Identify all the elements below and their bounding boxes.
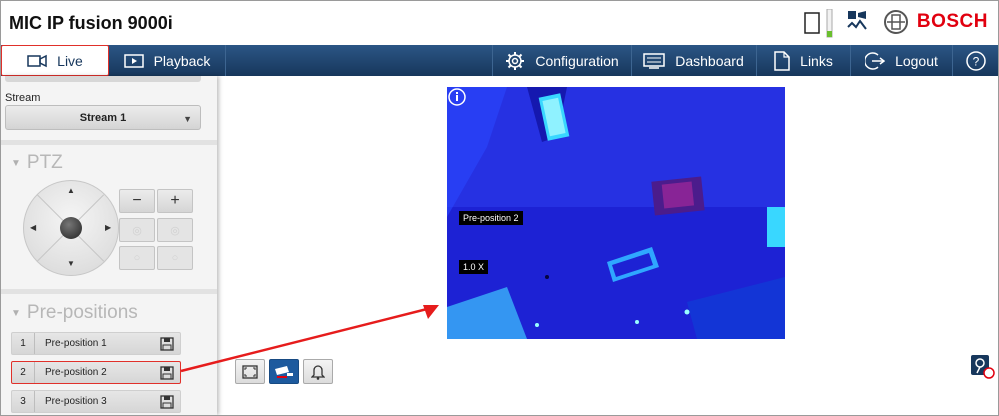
iris-close-button: ○	[119, 246, 155, 270]
gear-icon	[506, 51, 525, 70]
nav-links[interactable]: Links	[757, 45, 851, 76]
bell-icon	[311, 364, 325, 380]
preset-name: Pre-position 1	[45, 338, 107, 349]
preset-name: Pre-position 3	[45, 396, 107, 407]
stream-select[interactable]: Stream 1 ▼	[5, 105, 201, 130]
nav-dashboard[interactable]: Dashboard	[631, 45, 757, 76]
help-button[interactable]: ?	[953, 45, 998, 76]
preset-item-selected[interactable]: 2 Pre-position 2	[11, 361, 181, 384]
collapse-triangle-icon: ▼	[11, 157, 21, 169]
save-icon[interactable]	[160, 394, 174, 409]
pan-up-icon[interactable]: ▲	[67, 186, 75, 195]
preset-name: Pre-position 2	[45, 367, 107, 378]
nav-configuration-label: Configuration	[535, 52, 619, 69]
presets-section-header[interactable]: ▼ Pre-positions	[11, 302, 138, 324]
zoom-in-button[interactable]: +	[157, 189, 193, 213]
alarm-button[interactable]	[303, 359, 333, 384]
collapsed-panel-bar	[5, 76, 201, 82]
fullscreen-icon	[242, 364, 258, 379]
nav-playback[interactable]: Playback	[109, 45, 226, 76]
nav-configuration[interactable]: Configuration	[492, 45, 632, 76]
playback-icon	[123, 53, 144, 68]
collapse-triangle-icon: ▼	[11, 307, 21, 319]
preset-number: 3	[12, 391, 35, 412]
osd-preset-label: Pre-position 2	[459, 211, 523, 225]
ptz-section-header[interactable]: ▼ PTZ	[11, 152, 63, 174]
nav-playback-label: Playback	[153, 52, 211, 69]
save-icon[interactable]	[160, 365, 174, 380]
nav-links-label: Links	[800, 52, 833, 69]
preset-number: 1	[12, 333, 35, 354]
top-header: MIC IP fusion 9000i BOSCH	[1, 1, 998, 45]
logout-icon	[865, 51, 886, 70]
preset-item[interactable]: 3 Pre-position 3	[11, 390, 181, 413]
app-window: MIC IP fusion 9000i BOSCH Live Playback …	[0, 0, 999, 416]
snapshot-button[interactable]	[269, 359, 299, 384]
brand-logo: BOSCH	[916, 11, 988, 32]
joystick-knob[interactable]	[60, 217, 82, 239]
focus-far-button: ◎	[157, 218, 193, 242]
stream-selected-value: Stream 1	[79, 111, 127, 124]
connection-status-icon[interactable]	[969, 353, 995, 384]
nav-live-label: Live	[57, 52, 83, 69]
pan-down-icon[interactable]: ▼	[67, 259, 75, 268]
camera-icon	[27, 54, 47, 67]
fullscreen-button[interactable]	[235, 359, 265, 384]
svg-text:?: ?	[972, 54, 979, 68]
nav-live[interactable]: Live	[1, 45, 109, 76]
nav-logout[interactable]: Logout	[851, 45, 953, 76]
recording-status-icon	[846, 9, 868, 38]
help-icon: ?	[965, 50, 986, 71]
main-navbar: Live Playback Configuration Dashboard Li…	[1, 45, 998, 76]
signal-level-icon	[825, 8, 835, 44]
link-page-icon	[774, 50, 790, 71]
presets-title: Pre-positions	[26, 302, 138, 323]
camera-snapshot-icon	[275, 365, 293, 378]
live-video-view[interactable]: Pre-position 2 1.0 X	[447, 87, 785, 339]
preset-item[interactable]: 1 Pre-position 1	[11, 332, 181, 355]
save-icon[interactable]	[160, 336, 174, 351]
pan-left-icon[interactable]: ◀	[30, 223, 36, 232]
chevron-down-icon: ▼	[183, 114, 192, 124]
ptz-title: PTZ	[26, 152, 63, 173]
app-title: MIC IP fusion 9000i	[9, 13, 173, 33]
ptz-joystick[interactable]: ▲ ▼ ◀ ▶	[23, 180, 119, 276]
dashboard-icon	[643, 52, 665, 69]
pan-right-icon[interactable]: ▶	[105, 223, 111, 232]
iris-open-button: ○	[157, 246, 193, 270]
nav-logout-label: Logout	[895, 52, 938, 69]
zoom-out-button[interactable]: −	[119, 189, 155, 213]
nav-dashboard-label: Dashboard	[675, 52, 744, 69]
section-divider	[1, 289, 217, 294]
section-divider	[1, 140, 217, 145]
osd-zoom-label: 1.0 X	[459, 260, 489, 274]
preset-number: 2	[12, 362, 35, 383]
bosch-logo-icon	[883, 9, 909, 40]
stream-label: Stream	[5, 92, 41, 104]
storage-status-icon	[804, 9, 822, 40]
focus-near-button: ◎	[119, 218, 155, 242]
